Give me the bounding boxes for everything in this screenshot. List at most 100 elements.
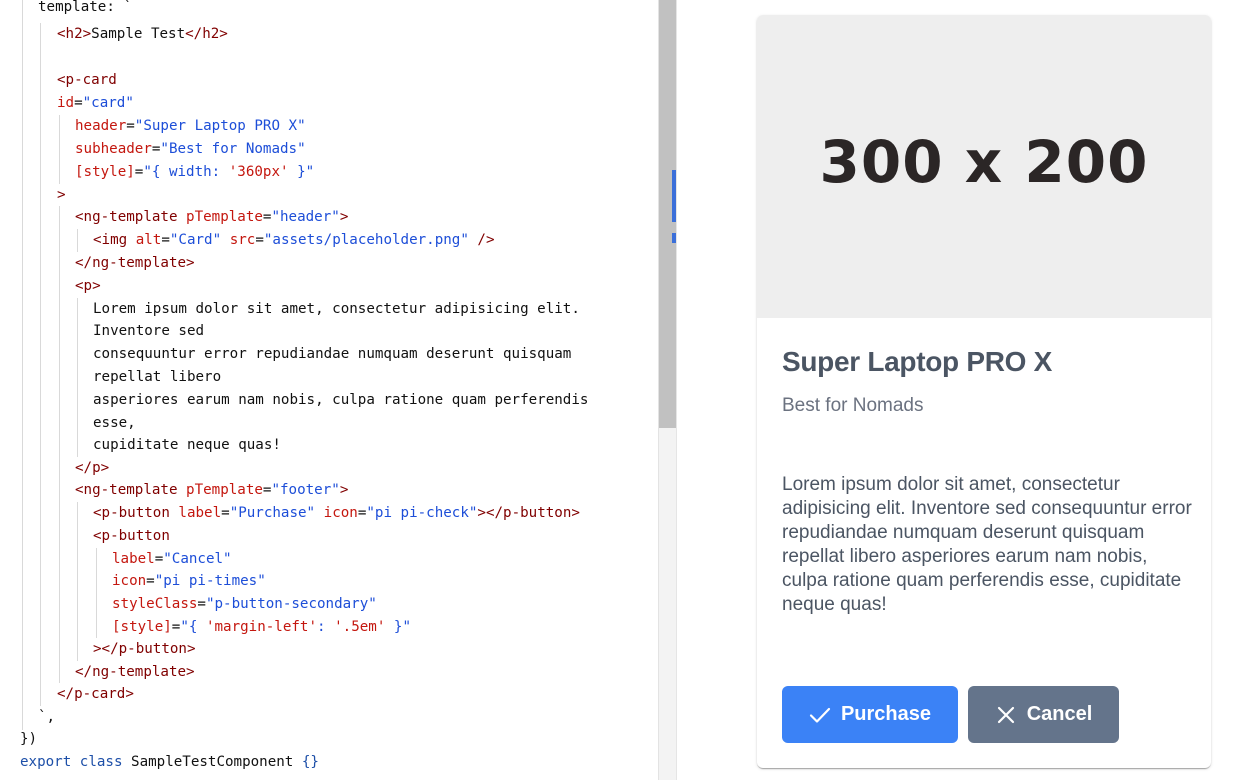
code-token: > bbox=[339, 209, 349, 225]
code-line: label="Cancel" bbox=[112, 548, 232, 571]
code-line: repellat libero bbox=[93, 366, 221, 389]
code-token: label bbox=[178, 505, 222, 521]
code-line: cupiditate neque quas! bbox=[93, 434, 281, 457]
code-token: '.5em' bbox=[334, 619, 386, 635]
code-token: = bbox=[255, 232, 264, 248]
code-token: "{ bbox=[180, 619, 206, 635]
check-icon bbox=[809, 704, 831, 726]
code-token: }) bbox=[20, 731, 38, 747]
code-editor[interactable]: template: ` <h2>Sample Test</h2> <p-card id… bbox=[0, 0, 658, 780]
purchase-button-label: Purchase bbox=[840, 703, 932, 725]
code-token: pTemplate bbox=[186, 209, 263, 225]
code-token: = bbox=[146, 573, 155, 589]
code-token: <p> bbox=[75, 278, 101, 294]
code-token: Lorem ipsum dolor sit amet, consectetur … bbox=[93, 301, 580, 317]
code-token: [style] bbox=[75, 164, 135, 180]
cancel-button[interactable]: Cancel bbox=[968, 686, 1119, 743]
code-token: <ng-template bbox=[75, 482, 187, 498]
code-line: </p-card> bbox=[57, 683, 134, 706]
code-token: pTemplate bbox=[186, 482, 263, 498]
code-line: Inventore sed bbox=[93, 320, 204, 343]
code-token: /> bbox=[468, 232, 495, 248]
code-line: <h2>Sample Test</h2> bbox=[57, 23, 228, 46]
code-line: Lorem ipsum dolor sit amet, consectetur … bbox=[93, 298, 580, 321]
code-token: </p-card> bbox=[57, 686, 134, 702]
code-line: header="Super Laptop PRO X" bbox=[75, 115, 306, 138]
code-token: asperiores earum nam nobis, culpa ration… bbox=[93, 392, 589, 408]
code-token: }" bbox=[288, 164, 315, 180]
code-token: id bbox=[57, 95, 75, 111]
code-token: "pi pi-times" bbox=[154, 573, 266, 589]
code-token: subheader bbox=[75, 141, 152, 157]
code-token: ></p-button> bbox=[93, 641, 196, 657]
code-line: ></p-button> bbox=[93, 638, 196, 661]
code-token: </h2> bbox=[185, 26, 228, 42]
code-token: = bbox=[74, 95, 83, 111]
code-token: `, bbox=[38, 709, 56, 725]
code-token: '360px' bbox=[228, 164, 289, 180]
pane-divider[interactable] bbox=[676, 0, 677, 780]
code-line: styleClass="p-button-secondary" bbox=[112, 593, 377, 616]
indent-guide bbox=[77, 229, 78, 252]
indent-guide bbox=[96, 548, 97, 638]
code-line: template: ` bbox=[38, 0, 132, 19]
indent-guide bbox=[40, 23, 41, 706]
code-line: > bbox=[57, 184, 66, 207]
code-token: <p-button bbox=[93, 528, 170, 544]
code-token: styleClass bbox=[112, 596, 198, 612]
code-line: <img alt="Card" src="assets/placeholder.… bbox=[93, 229, 494, 252]
code-token: <ng-template bbox=[75, 209, 187, 225]
code-token: export bbox=[20, 754, 72, 770]
code-line: id="card" bbox=[57, 92, 134, 115]
code-token: "footer" bbox=[271, 482, 340, 498]
code-token: esse, bbox=[93, 415, 136, 431]
code-line: subheader="Best for Nomads" bbox=[75, 138, 306, 161]
code-line: </p> bbox=[75, 457, 109, 480]
code-token: </ng-template> bbox=[75, 664, 195, 680]
code-token: template: ` bbox=[38, 0, 132, 15]
code-token: <h2> bbox=[57, 26, 92, 42]
code-token: "Best for Nomads" bbox=[160, 141, 306, 157]
code-token: = bbox=[197, 596, 206, 612]
code-token: src bbox=[229, 232, 256, 248]
card-subtitle: Best for Nomads bbox=[782, 395, 924, 416]
cancel-button-label: Cancel bbox=[1026, 703, 1093, 725]
indent-guide bbox=[59, 115, 60, 184]
code-token: SampleTestComponent bbox=[122, 754, 302, 770]
code-token: = bbox=[221, 505, 230, 521]
code-token: }" bbox=[385, 619, 411, 635]
card-title: Super Laptop PRO X bbox=[782, 346, 1052, 377]
code-token: cupiditate neque quas! bbox=[93, 437, 281, 453]
code-token: {} bbox=[301, 754, 319, 770]
indent-guide bbox=[77, 298, 78, 457]
code-token: alt bbox=[135, 232, 162, 248]
code-token: "header" bbox=[271, 209, 340, 225]
card-header-image: 300 x 200 bbox=[757, 15, 1211, 318]
code-line: esse, bbox=[93, 412, 136, 435]
code-line: }) bbox=[20, 728, 37, 751]
placeholder-image-text: 300 x 200 bbox=[819, 127, 1149, 196]
code-token: "Purchase" bbox=[229, 505, 316, 521]
editor-scrollbar[interactable] bbox=[658, 0, 677, 780]
times-icon bbox=[995, 704, 1017, 726]
code-token: = bbox=[126, 118, 135, 134]
indent-guide bbox=[77, 502, 78, 661]
code-token: = bbox=[161, 232, 170, 248]
code-token: = bbox=[154, 551, 164, 567]
code-token: [style] bbox=[112, 619, 172, 635]
code-line: </ng-template> bbox=[75, 661, 195, 684]
purchase-button[interactable]: Purchase bbox=[782, 686, 958, 743]
code-token: "{ width: bbox=[143, 164, 229, 180]
code-line: <ng-template pTemplate="footer"> bbox=[75, 479, 348, 502]
code-token: > bbox=[339, 482, 349, 498]
code-token: <p-button bbox=[93, 505, 179, 521]
code-token: "assets/placeholder.png" bbox=[263, 232, 469, 248]
code-token: "Cancel" bbox=[163, 551, 232, 567]
code-token: icon bbox=[323, 505, 358, 521]
code-line: <p-button label="Purchase" icon="pi pi-c… bbox=[93, 502, 580, 525]
code-token: class bbox=[79, 754, 123, 770]
indent-guide bbox=[59, 206, 60, 683]
